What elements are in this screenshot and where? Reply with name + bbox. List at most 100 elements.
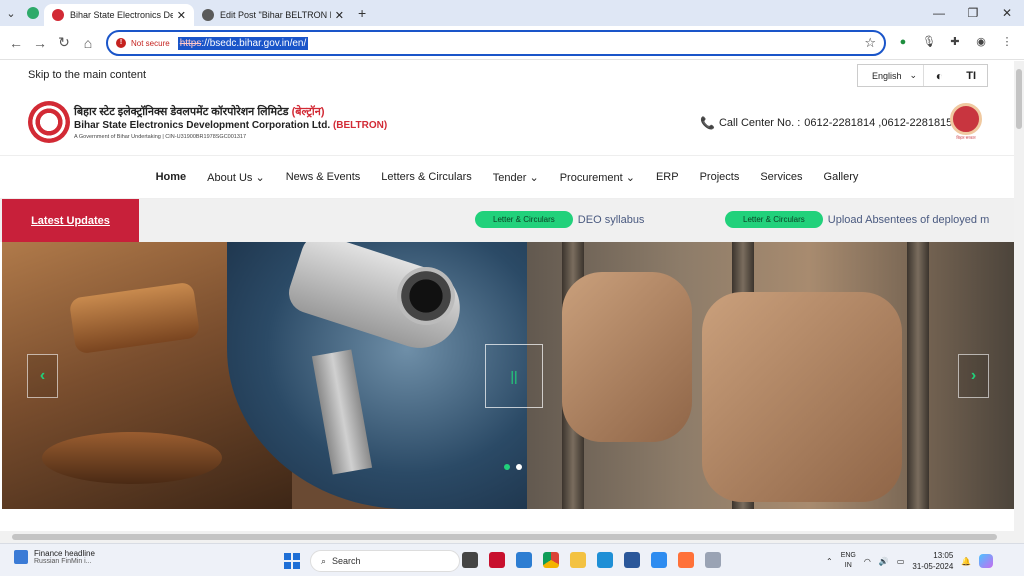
hand-image: [562, 272, 692, 442]
site-brand[interactable]: बिहार स्टेट इलेक्ट्रॉनिक्स डेवलपमेंट कॉर…: [28, 101, 387, 143]
mcafee-icon[interactable]: [489, 552, 505, 568]
url-scheme: https: [179, 37, 202, 49]
ticker-item[interactable]: Letter & Circulars DEO syllabus: [475, 211, 644, 228]
extensions-area: ● 🎙 ✚ ◉ ⋮: [895, 34, 1015, 50]
close-window-icon[interactable]: ✕: [990, 0, 1024, 26]
address-bar[interactable]: ! Not secure https://bsedc.bihar.gov.in/…: [106, 30, 886, 56]
nav-news-events[interactable]: News & Events: [275, 171, 371, 183]
new-tab-button[interactable]: +: [358, 5, 366, 21]
edge-icon[interactable]: [597, 552, 613, 568]
mail-app-icon[interactable]: [516, 552, 532, 568]
menu-kebab-icon[interactable]: ⋮: [999, 34, 1015, 50]
gavel-block-image: [42, 432, 222, 484]
nav-letters-circulars[interactable]: Letters & Circulars: [371, 171, 482, 183]
beltron-favicon-icon: [52, 9, 64, 21]
ticker-item[interactable]: Letter & Circulars Upload Absentees of d…: [725, 211, 989, 228]
slider-dot[interactable]: [516, 464, 522, 470]
profile-dl-icon[interactable]: [22, 2, 44, 24]
windows-start-icon[interactable]: [284, 553, 300, 569]
nav-gallery[interactable]: Gallery: [813, 171, 869, 183]
copilot-icon[interactable]: [979, 554, 994, 568]
tab-beltron[interactable]: Bihar State Electronics Develop ✕: [44, 4, 194, 26]
microphone-icon[interactable]: 🎙: [921, 34, 937, 50]
chrome-icon[interactable]: [543, 552, 559, 568]
nav-home[interactable]: Home: [145, 171, 197, 183]
hero-slider: ‹ || ›: [2, 242, 1014, 509]
contrast-toggle-icon[interactable]: ◐: [924, 69, 956, 83]
text-size-icon[interactable]: TI: [955, 70, 987, 82]
accessibility-controls: English ⌄ ◐ TI: [857, 64, 988, 87]
file-explorer-icon[interactable]: [570, 552, 586, 568]
battery-icon[interactable]: ▭: [897, 557, 905, 566]
browser-toolbar: ← → ↻ ⌂ ! Not secure https://bsedc.bihar…: [0, 26, 1024, 60]
call-center-label: Call Center No. :: [718, 117, 801, 129]
close-tab-icon[interactable]: ✕: [177, 9, 186, 22]
slider-next-button[interactable]: ›: [958, 354, 989, 398]
emblem-icon: [950, 103, 982, 135]
chevron-down-icon: ⌄: [625, 171, 635, 184]
tab-edit-post[interactable]: Edit Post "Bihar BELTRON DEO ✕: [194, 4, 352, 26]
windows-taskbar: Finance headline Russian FinMin i... ⌕ S…: [0, 543, 1024, 576]
nav-erp[interactable]: ERP: [645, 171, 689, 183]
web-page: Skip to the main content English ⌄ ◐ TI …: [0, 61, 1014, 531]
slider-pause-button[interactable]: ||: [485, 344, 543, 408]
firefox-icon[interactable]: [678, 552, 694, 568]
call-center: 📞 Call Center No. :0612-2281814 ,0612-22…: [700, 116, 952, 130]
taskbar-apps: [462, 552, 721, 568]
window-controls: — ❐ ✕: [922, 0, 1024, 26]
reload-icon[interactable]: ↻: [52, 34, 76, 51]
slider-dot[interactable]: [504, 464, 510, 470]
tab-title: Edit Post "Bihar BELTRON DEO: [220, 10, 331, 20]
system-tray: ⌃ ENG IN ◠ 🔊 ▭ 13:05 31-05-2024 🔔: [826, 550, 994, 572]
url-path: ://bsedc.bihar.gov.in/en/: [201, 37, 307, 49]
scrollbar-thumb[interactable]: [12, 534, 997, 540]
chevron-down-icon: ⌄: [909, 70, 918, 80]
nav-tender[interactable]: Tender ⌄: [482, 171, 549, 184]
nav-services[interactable]: Services: [750, 171, 813, 183]
back-icon[interactable]: ←: [4, 35, 28, 51]
nav-procurement[interactable]: Procurement ⌄: [549, 171, 645, 184]
snipping-tool-icon[interactable]: [705, 552, 721, 568]
tab-search-icon[interactable]: ⌄: [0, 2, 22, 24]
search-placeholder: Search: [332, 556, 361, 566]
url-text[interactable]: https://bsedc.bihar.gov.in/en/: [177, 36, 309, 50]
minimize-icon[interactable]: —: [922, 0, 956, 26]
weather-app-icon[interactable]: [651, 552, 667, 568]
slider-prev-button[interactable]: ‹: [27, 354, 58, 398]
grammarly-icon[interactable]: ●: [895, 34, 911, 50]
horizontal-scrollbar[interactable]: [0, 531, 1014, 543]
close-tab-icon[interactable]: ✕: [335, 9, 344, 22]
clock[interactable]: 13:05 31-05-2024: [912, 550, 953, 572]
profile-icon[interactable]: ◉: [973, 34, 989, 50]
nav-about-us[interactable]: About Us ⌄: [197, 171, 276, 184]
nav-projects[interactable]: Projects: [689, 171, 750, 183]
vertical-scrollbar[interactable]: [1014, 61, 1024, 543]
skip-to-content-link[interactable]: Skip to the main content: [28, 69, 146, 81]
restore-icon[interactable]: ❐: [956, 0, 990, 26]
chevron-down-icon: ⌄: [529, 171, 539, 184]
scrollbar-thumb[interactable]: [1016, 69, 1022, 129]
volume-icon[interactable]: 🔊: [879, 557, 889, 566]
home-icon[interactable]: ⌂: [76, 35, 100, 51]
call-center-numbers[interactable]: 0612-2281814 ,0612-2281815: [804, 117, 952, 129]
language-value: English: [872, 70, 902, 81]
task-view-icon[interactable]: [462, 552, 478, 568]
store-icon[interactable]: [624, 552, 640, 568]
bookmark-star-icon[interactable]: ☆: [864, 35, 876, 51]
show-hidden-icons-icon[interactable]: ⌃: [826, 557, 833, 566]
taskbar-search[interactable]: ⌕ Search: [310, 550, 460, 572]
camera-lens-image: [397, 267, 455, 325]
forward-icon[interactable]: →: [28, 35, 52, 51]
notification-bell-icon[interactable]: 🔔: [961, 557, 971, 566]
wordpress-favicon-icon: [202, 9, 214, 21]
slider-dots: [504, 464, 522, 470]
input-language[interactable]: ENG IN: [841, 551, 856, 571]
search-icon: ⌕: [321, 555, 327, 566]
phone-icon: 📞: [700, 116, 715, 130]
news-subtitle: Russian FinMin i...: [34, 558, 92, 565]
extensions-puzzle-icon[interactable]: ✚: [947, 34, 963, 50]
news-widget[interactable]: Finance headline Russian FinMin i...: [14, 549, 95, 565]
wifi-icon[interactable]: ◠: [864, 557, 871, 566]
latest-updates-link[interactable]: Latest Updates: [2, 199, 139, 242]
language-select[interactable]: English ⌄: [858, 65, 924, 86]
